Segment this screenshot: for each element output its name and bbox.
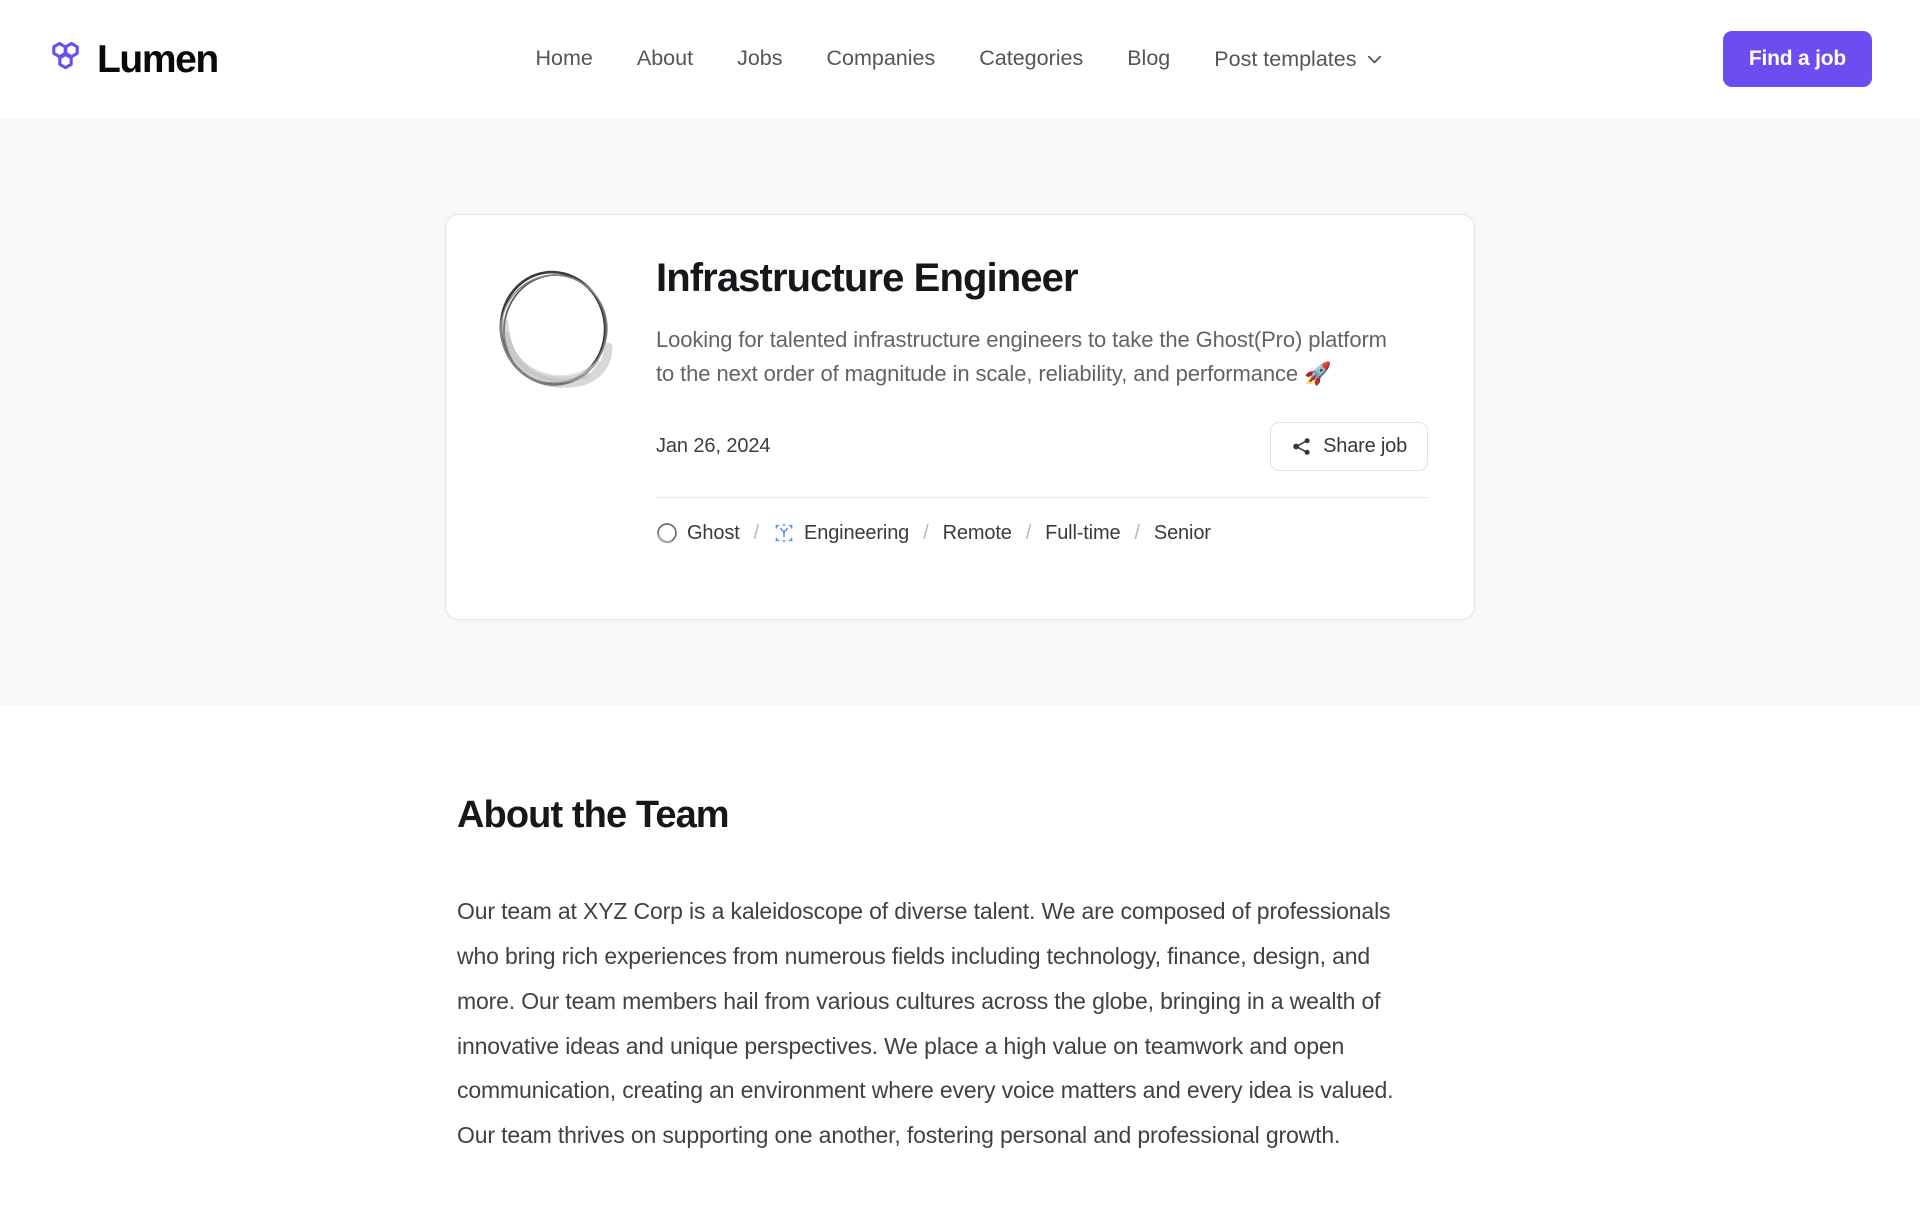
nav-post-templates-label: Post templates	[1214, 46, 1357, 71]
job-meta-row: Jan 26, 2024 Share job	[656, 421, 1428, 471]
job-card: Infrastructure Engineer Looking for tale…	[445, 214, 1475, 620]
find-a-job-button[interactable]: Find a job	[1722, 31, 1872, 87]
job-description: Looking for talented infrastructure engi…	[656, 327, 1387, 387]
nav-about[interactable]: About	[637, 48, 693, 70]
header-cta-wrapper: Find a job	[1722, 31, 1872, 87]
tag-company[interactable]: Ghost	[656, 522, 740, 545]
nav-categories[interactable]: Categories	[979, 48, 1083, 70]
tag-employment-type[interactable]: Full-time	[1045, 522, 1120, 545]
section-heading-about-the-team: About the Team	[457, 794, 730, 836]
tag-separator: /	[1134, 521, 1140, 544]
nav-post-templates-dropdown[interactable]: Post templates	[1214, 47, 1384, 72]
share-job-label: Share job	[1323, 434, 1407, 457]
tag-category-label: Engineering	[804, 521, 910, 544]
job-card-header: Infrastructure Engineer Looking for tale…	[490, 255, 1428, 545]
tag-seniority-label: Senior	[1153, 521, 1211, 544]
job-posted-date: Jan 26, 2024	[656, 434, 771, 457]
main-navigation: Home About Jobs Companies Categories Blo…	[0, 47, 1920, 72]
tag-location-label: Remote	[942, 521, 1012, 544]
hexagon-cluster-logo-icon	[48, 38, 90, 80]
tag-separator: /	[753, 521, 760, 544]
engineering-blue-icon	[773, 522, 795, 544]
article-inner: About the Team Our team at XYZ Corp is a…	[445, 794, 1475, 1158]
tag-company-label: Ghost	[687, 521, 740, 544]
nav-jobs[interactable]: Jobs	[737, 48, 782, 70]
chevron-down-icon	[1365, 50, 1384, 69]
tag-category[interactable]: Engineering	[773, 522, 909, 545]
tag-employment-type-label: Full-time	[1045, 521, 1121, 544]
job-title: Infrastructure Engineer	[656, 256, 1079, 300]
ghost-sketch-circle-logo	[490, 265, 620, 395]
nav-companies[interactable]: Companies	[826, 48, 935, 70]
job-card-divider	[656, 496, 1428, 498]
tag-separator: /	[1025, 521, 1032, 544]
ghost-circle-icon	[656, 522, 678, 544]
site-header: Lumen Home About Jobs Companies Categori…	[0, 0, 1920, 118]
job-card-body: Infrastructure Engineer Looking for tale…	[656, 255, 1428, 545]
nav-blog[interactable]: Blog	[1127, 48, 1170, 70]
share-job-button[interactable]: Share job	[1270, 421, 1428, 471]
section-body-about-the-team: Our team at XYZ Corp is a kaleidoscope o…	[457, 898, 1394, 1149]
brand-logo-link[interactable]: Lumen	[48, 37, 219, 81]
brand-name: Lumen	[97, 37, 219, 81]
tag-location[interactable]: Remote	[943, 522, 1012, 545]
nav-home[interactable]: Home	[536, 48, 593, 70]
tag-seniority[interactable]: Senior	[1154, 522, 1211, 545]
share-nodes-icon	[1291, 436, 1312, 457]
tag-separator: /	[923, 521, 929, 544]
hero-section: Infrastructure Engineer Looking for tale…	[0, 118, 1920, 706]
job-tags-row: Ghost / Engineering / Remote / Full-time…	[656, 522, 1428, 545]
article-section: About the Team Our team at XYZ Corp is a…	[0, 706, 1920, 1159]
